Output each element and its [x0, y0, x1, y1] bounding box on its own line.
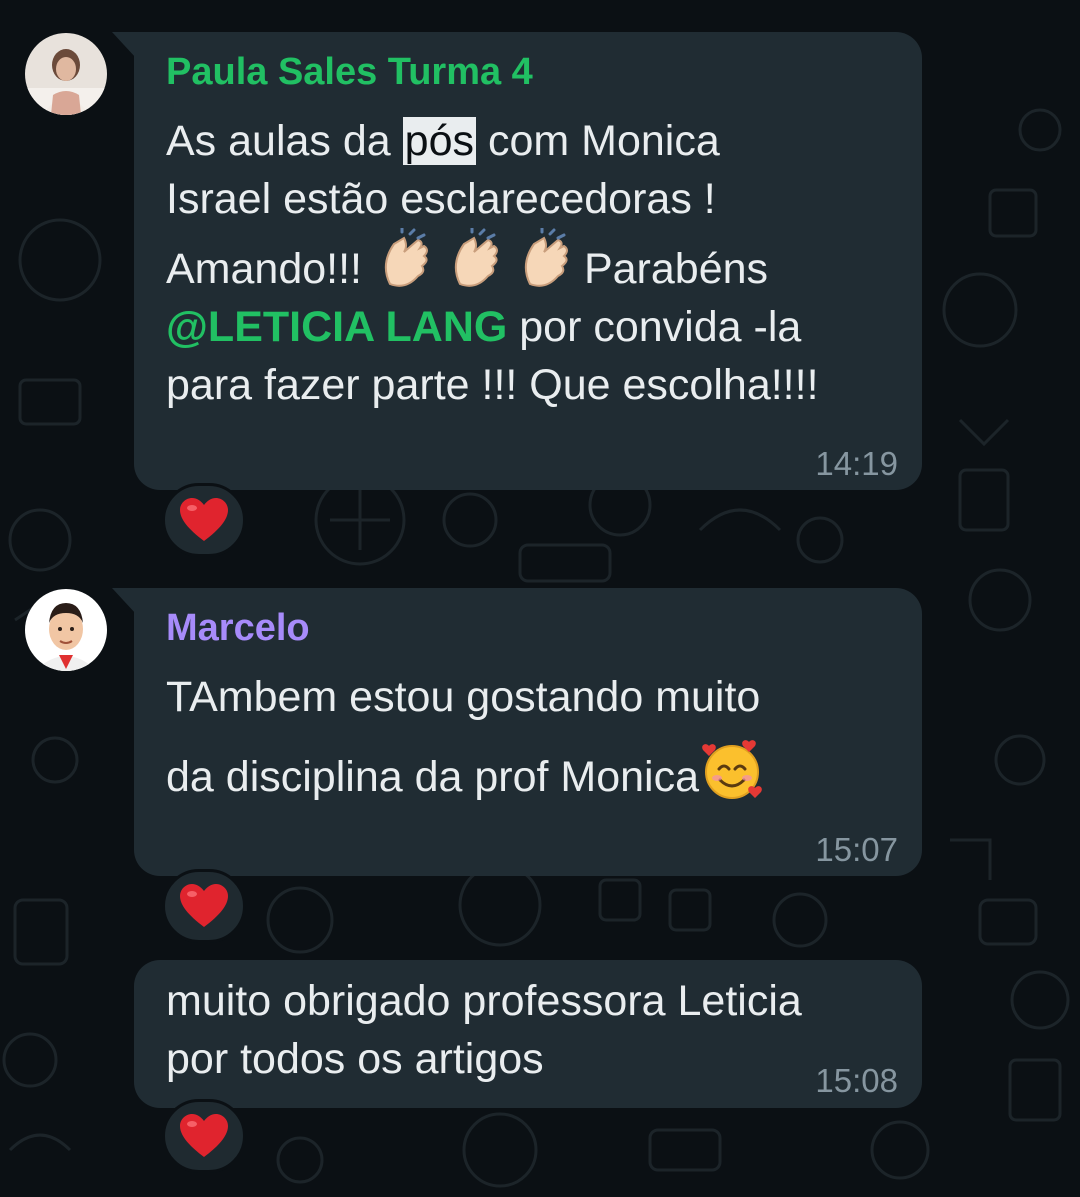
reaction-badge[interactable] [162, 483, 246, 557]
reaction-badge[interactable] [162, 1099, 246, 1173]
message-timestamp: 15:08 [815, 1062, 898, 1099]
message-line: As aulas da pós com Monica [166, 117, 720, 165]
selected-word[interactable]: pós [402, 117, 476, 165]
message-text: TAmbem estou gostando muito da disciplin… [166, 668, 767, 806]
message-text: muito obrigado professora Leticia por to… [166, 972, 802, 1088]
message-line: Israel estão esclarecedoras ! [166, 175, 716, 223]
message-line: muito obrigado professora Leticia [166, 977, 802, 1025]
bubble-tail [112, 588, 136, 614]
message-timestamp: 15:07 [815, 831, 898, 868]
avatar-marcelo[interactable] [25, 589, 107, 671]
message-line: por todos os artigos [166, 1035, 544, 1083]
message-bubble-3[interactable]: muito obrigado professora Leticia por to… [134, 960, 922, 1108]
message-line: para fazer parte !!! Que escolha!!!! [166, 361, 819, 409]
red-heart-icon [180, 884, 228, 927]
sender-name[interactable]: Paula Sales Turma 4 [166, 50, 533, 94]
avatar-photo-icon [25, 589, 107, 671]
message-timestamp: 14:19 [815, 445, 898, 482]
message-bubble-2[interactable]: Marcelo TAmbem estou gostando muito da d… [112, 588, 922, 876]
bubble-tail [112, 32, 136, 58]
avatar-paula[interactable] [25, 33, 107, 115]
avatar-photo-icon [25, 33, 107, 115]
red-heart-icon [180, 498, 228, 541]
reaction-badge[interactable] [162, 869, 246, 943]
message-line: @LETICIA LANG por convida -la [166, 303, 802, 351]
sender-name[interactable]: Marcelo [166, 606, 310, 650]
message-text: As aulas da pós com Monica Israel estão … [166, 112, 819, 414]
message-line: Amando!!! Parabéns [166, 226, 819, 298]
message-line: da disciplina da prof Monica [166, 736, 767, 806]
message-bubble-1[interactable]: Paula Sales Turma 4 As aulas da pós com … [112, 32, 922, 490]
mention-link[interactable]: @LETICIA LANG [166, 303, 507, 351]
smiling-face-with-hearts-icon [699, 736, 765, 823]
red-heart-icon [180, 1114, 228, 1157]
message-line: TAmbem estou gostando muito [166, 673, 761, 721]
